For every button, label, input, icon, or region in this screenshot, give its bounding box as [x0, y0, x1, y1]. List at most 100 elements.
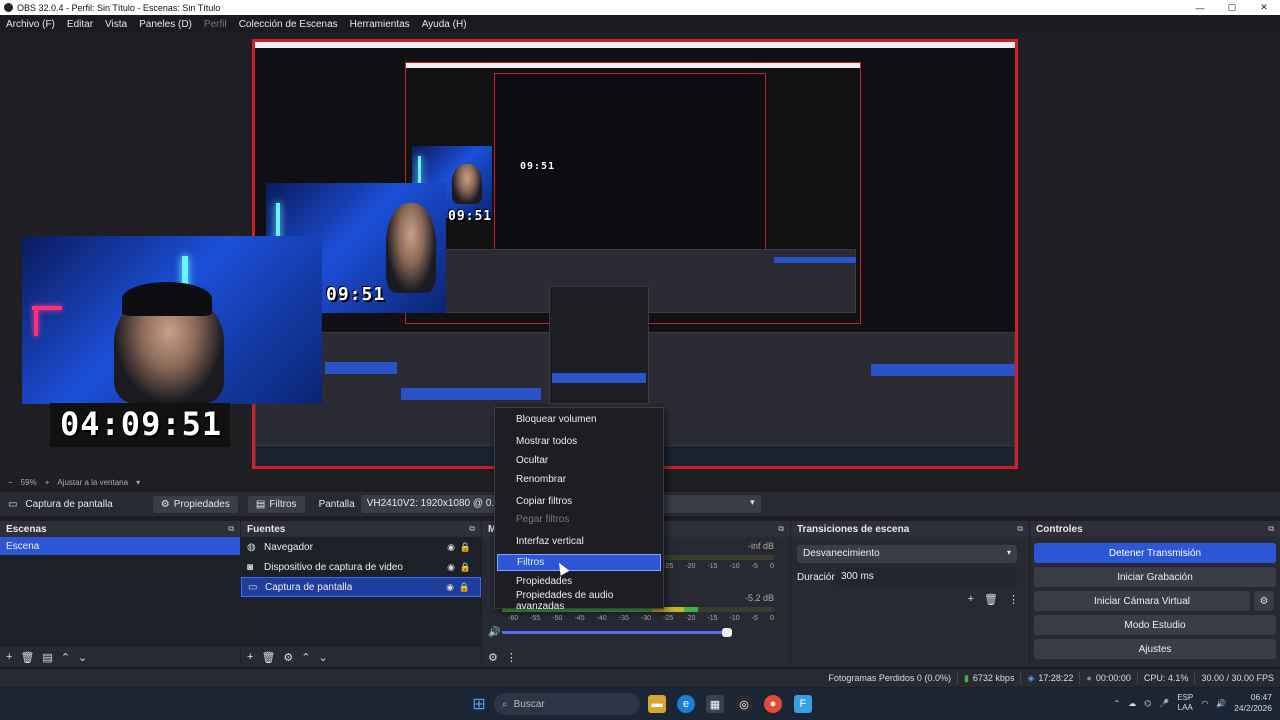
trash-icon[interactable]: 🗑 — [20, 651, 34, 664]
undock-icon[interactable]: ⧉ — [228, 524, 234, 534]
zoom-fit-select[interactable]: Ajustar a la ventana — [57, 478, 128, 487]
virtual-camera-settings-button[interactable]: ⚙ — [1254, 591, 1274, 611]
eye-icon[interactable]: ◉ — [447, 542, 455, 553]
menu-profile[interactable]: Perfil — [198, 19, 233, 30]
menu-item-show-all[interactable]: Mostrar todos — [497, 433, 661, 450]
gear-icon[interactable]: ⚙ — [488, 651, 498, 664]
meter-tick-label: -10 — [729, 563, 740, 570]
menu-item-paste-filters: Pegar filtros — [516, 514, 570, 525]
clock-overlay-3: 09:51 — [448, 209, 493, 224]
menu-item-lock-volume[interactable]: Bloquear volumen — [497, 411, 661, 428]
menu-item-filters[interactable]: Filtros — [497, 554, 661, 571]
app-f-icon[interactable]: F — [794, 695, 812, 713]
language-indicator[interactable]: ESP LAA — [1177, 693, 1193, 713]
undock-icon[interactable]: ⧉ — [1268, 524, 1274, 534]
move-down-button[interactable]: ⌄ — [78, 651, 87, 664]
microphone-icon[interactable]: 🎤 — [1159, 699, 1169, 708]
trash-icon[interactable]: 🗑 — [261, 651, 275, 664]
taskbar-search[interactable]: ⌕ Buscar — [494, 693, 640, 715]
meter-tick-label: -60 — [508, 615, 519, 622]
speaker-icon[interactable]: 🔊 — [488, 627, 500, 638]
move-down-button[interactable]: ⌄ — [319, 651, 328, 664]
minimize-button[interactable]: — — [1184, 0, 1216, 15]
volume-slider[interactable] — [502, 628, 732, 637]
chrome-browser-icon[interactable]: ● — [764, 695, 782, 713]
lock-icon[interactable]: 🔒 — [459, 582, 470, 593]
eye-icon[interactable]: ◉ — [446, 582, 454, 593]
duration-input[interactable]: 300 ms — [835, 568, 1017, 586]
zoom-out-button[interactable]: − — [8, 478, 13, 487]
chevron-down-icon[interactable]: ▾ — [136, 478, 140, 487]
obs-app-icon[interactable]: ◎ — [735, 695, 753, 713]
store-icon[interactable]: ▦ — [706, 695, 724, 713]
source-row-navegador[interactable]: ◍ Navegador ◉ 🔒 — [241, 537, 481, 557]
menu-help[interactable]: Ayuda (H) — [416, 19, 473, 30]
move-up-button[interactable]: ⌃ — [61, 651, 70, 664]
close-button[interactable]: ✕ — [1248, 0, 1280, 15]
start-recording-button[interactable]: Iniciar Grabación — [1034, 567, 1276, 587]
edge-browser-icon[interactable]: e — [677, 695, 695, 713]
menu-item-hide[interactable]: Ocultar — [497, 452, 661, 469]
file-explorer-icon[interactable]: ▬ — [648, 695, 666, 713]
transition-select[interactable]: Desvanecimiento ▾ — [797, 545, 1017, 563]
studio-mode-button[interactable]: Modo Estudio — [1034, 615, 1276, 635]
nested-stream-button — [774, 257, 856, 263]
stop-streaming-button[interactable]: Detener Transmisión — [1034, 543, 1276, 563]
wifi-icon[interactable]: ◠ — [1201, 699, 1208, 708]
chevron-up-icon[interactable]: ⌃ — [1114, 699, 1121, 708]
menu-item-properties[interactable]: Propiedades — [497, 573, 661, 590]
preview-canvas[interactable]: 09:51 09:51 09:51 — [252, 39, 1018, 469]
menu-scene-collection[interactable]: Colección de Escenas — [233, 19, 344, 30]
windows-start-icon[interactable]: ⊞ — [470, 695, 488, 713]
more-options-icon[interactable]: ⋮ — [506, 651, 517, 664]
volume-icon[interactable]: 🔊 — [1216, 699, 1226, 708]
cloud-icon[interactable]: ☁ — [1128, 699, 1136, 708]
undock-icon[interactable]: ⧉ — [469, 524, 475, 534]
menu-item-advanced-audio[interactable]: Propiedades de audio avanzadas — [497, 590, 661, 612]
properties-button[interactable]: ⚙ Propiedades — [152, 495, 238, 513]
sources-footer: + 🗑 ⚙ ⌃ ⌄ — [241, 647, 481, 667]
add-scene-button[interactable]: + — [6, 651, 12, 663]
start-virtual-camera-button[interactable]: Iniciar Cámara Virtual — [1034, 591, 1250, 611]
volume-knob[interactable] — [722, 628, 732, 637]
menu-tools[interactable]: Herramientas — [344, 19, 416, 30]
lock-icon[interactable]: 🔒 — [460, 562, 471, 573]
menu-item-vertical-ui[interactable]: Interfaz vertical — [497, 533, 661, 550]
menu-docks[interactable]: Paneles (D) — [133, 19, 198, 30]
zoom-row: − 59% + Ajustar a la ventana ▾ — [0, 475, 500, 489]
source-row-screen-capture[interactable]: ▭ Captura de pantalla ◉ 🔒 — [241, 577, 481, 597]
network-icon[interactable]: ⌬ — [1144, 699, 1151, 708]
camera-icon: ◙ — [247, 561, 254, 573]
undock-icon[interactable]: ⧉ — [1017, 524, 1023, 534]
system-clock[interactable]: 06:47 24/2/2026 — [1234, 692, 1272, 714]
trash-icon[interactable]: 🗑 — [984, 593, 998, 606]
menu-view[interactable]: Vista — [99, 19, 133, 30]
sources-title: Fuentes — [247, 523, 286, 535]
meter-tick-label: -20 — [685, 615, 696, 622]
more-options-icon[interactable]: ⋮ — [1008, 593, 1019, 606]
channel-db: -inf dB — [747, 541, 774, 551]
duration-label: Duración — [797, 572, 838, 583]
zoom-in-button[interactable]: + — [45, 478, 50, 487]
source-row-video-capture[interactable]: ◙ Dispositivo de captura de video ◉ 🔒 — [241, 557, 481, 577]
menu-file[interactable]: Archivo (F) — [0, 19, 61, 30]
channel-db: -5.2 dB — [744, 593, 774, 603]
filters-button[interactable]: ▤ Filtros — [247, 495, 305, 513]
scene-item-escena[interactable]: Escena — [0, 537, 240, 555]
capture-context-menu — [549, 286, 649, 404]
add-source-button[interactable]: + — [247, 651, 253, 663]
eye-icon[interactable]: ◉ — [447, 562, 455, 573]
gear-icon: ⚙ — [1259, 595, 1269, 607]
add-transition-button[interactable]: + — [968, 593, 974, 606]
settings-button[interactable]: Ajustes — [1034, 639, 1276, 659]
menu-item-copy-filters[interactable]: Copiar filtros — [497, 493, 661, 510]
meter-tick-label: -15 — [707, 615, 718, 622]
undock-icon[interactable]: ⧉ — [778, 524, 784, 534]
filter-icon[interactable]: ▤ — [42, 651, 52, 664]
maximize-button[interactable]: ▢ — [1216, 0, 1248, 15]
move-up-button[interactable]: ⌃ — [301, 651, 310, 664]
menu-item-rename[interactable]: Renombrar — [497, 471, 661, 488]
menu-edit[interactable]: Editar — [61, 19, 99, 30]
gear-icon[interactable]: ⚙ — [283, 651, 293, 664]
lock-icon[interactable]: 🔒 — [460, 542, 471, 553]
